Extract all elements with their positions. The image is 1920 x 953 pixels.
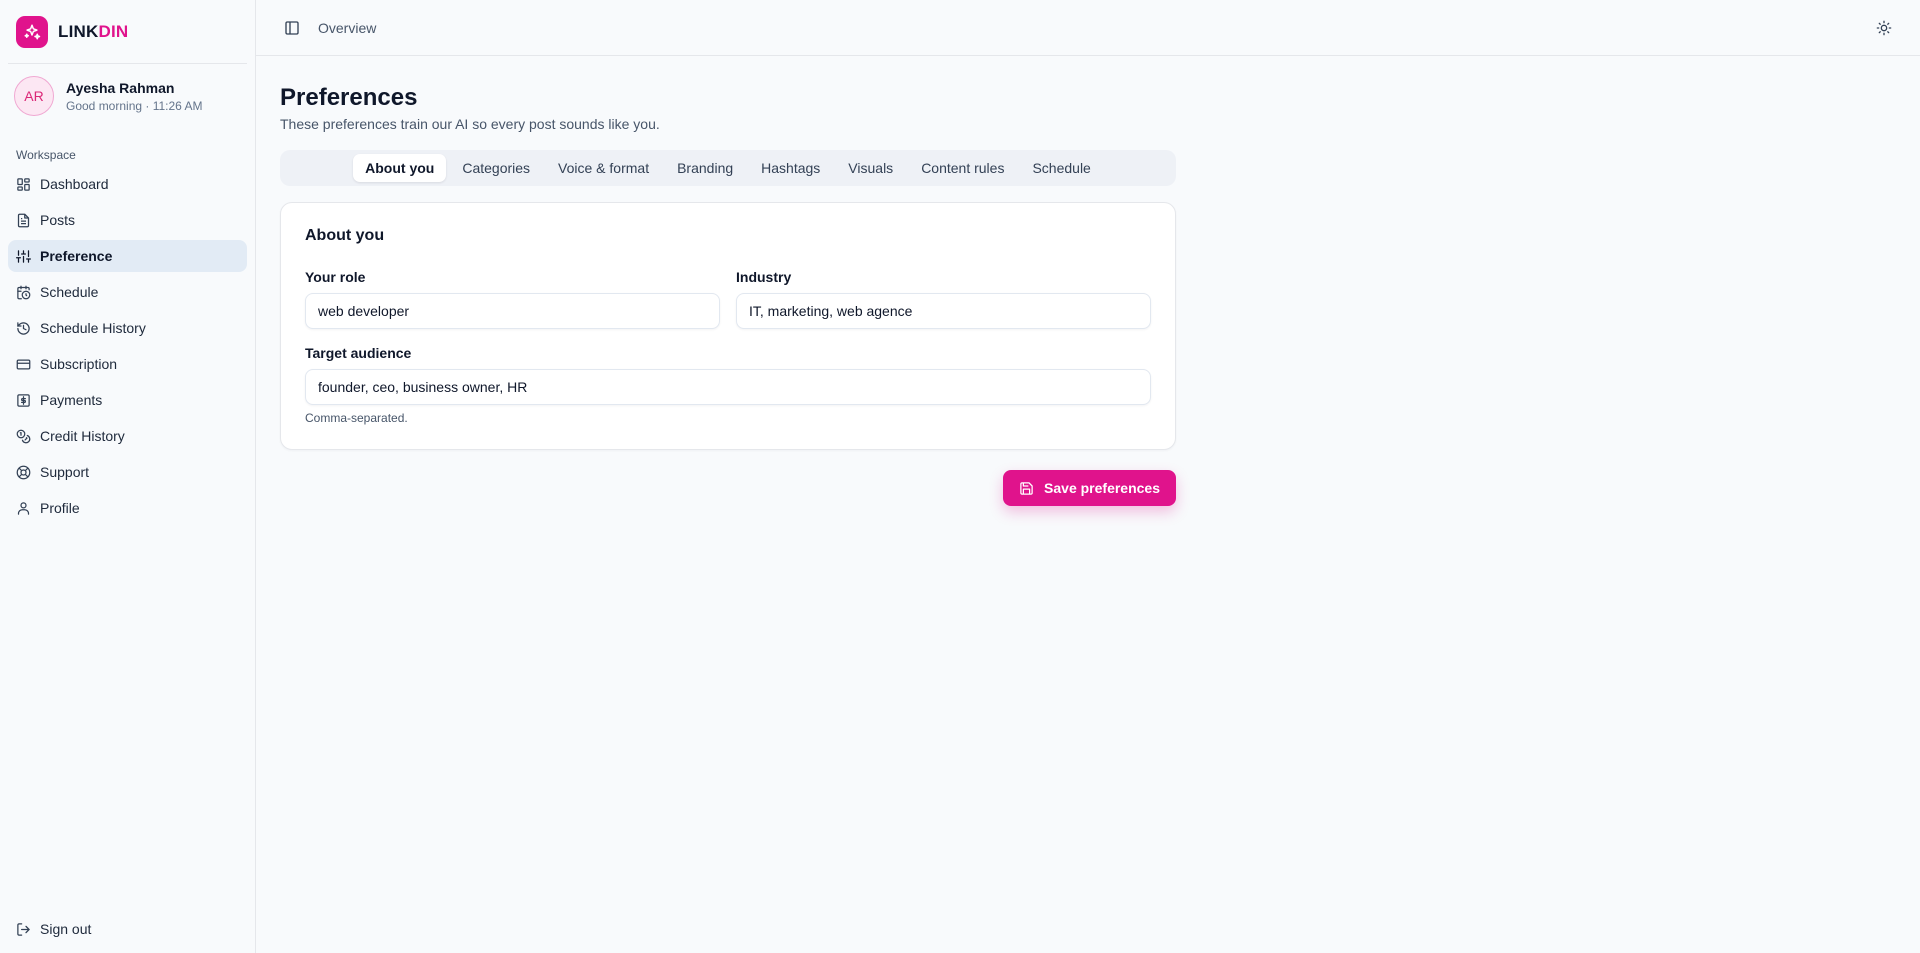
coins-icon xyxy=(16,429,31,443)
brand[interactable]: LINKDIN xyxy=(8,0,247,64)
sidebar-item-label: Support xyxy=(40,464,90,480)
audience-hint: Comma-separated. xyxy=(305,411,408,425)
sparkles-icon xyxy=(16,15,48,48)
save-icon xyxy=(1020,481,1033,495)
role-industry-row: Your role Industry xyxy=(305,269,1151,329)
credit-card-icon xyxy=(16,359,31,369)
sun-icon xyxy=(1876,20,1892,35)
page-subtitle: These preferences train our AI so every … xyxy=(280,116,660,132)
sidebar-item-credit-history[interactable]: Credit History xyxy=(8,420,247,452)
sidebar-item-schedule-history[interactable]: Schedule History xyxy=(8,312,247,344)
user-name: Ayesha Rahman xyxy=(66,79,175,96)
calendar-clock-icon xyxy=(17,285,31,299)
role-label: Your role xyxy=(305,269,366,285)
brand-name: LINKDIN xyxy=(58,22,128,42)
sidebar-item-support[interactable]: Support xyxy=(8,456,247,488)
role-field-group: Your role xyxy=(305,269,720,329)
avatar: AR xyxy=(14,76,54,116)
sidebar-item-label: Schedule xyxy=(40,284,99,300)
sidebar-nav: Dashboard Posts Preference Schedule Sche… xyxy=(8,168,247,524)
sidebar-item-label: Schedule History xyxy=(40,320,146,336)
sidebar-item-label: Dashboard xyxy=(40,176,109,192)
sidebar-item-schedule[interactable]: Schedule xyxy=(8,276,247,308)
panel-left-icon xyxy=(285,20,299,35)
sign-out-button[interactable]: Sign out xyxy=(8,913,247,945)
preferences-tabs: About you Categories Voice & format Bran… xyxy=(280,150,1176,186)
dashboard-icon xyxy=(17,177,30,191)
user-card[interactable]: AR Ayesha Rahman Good morning · 11:26 AM xyxy=(8,64,247,130)
sidebar-item-label: Profile xyxy=(40,500,80,516)
sidebar-item-label: Subscription xyxy=(40,356,118,372)
user-greeting: Good morning · 11:26 AM xyxy=(66,98,203,113)
industry-field-group: Industry xyxy=(736,269,1151,329)
save-preferences-button[interactable]: Save preferences xyxy=(1003,470,1176,506)
about-you-card: About you Your role Industry Target audi… xyxy=(280,202,1176,450)
sidebar-item-label: Payments xyxy=(40,392,103,408)
role-input[interactable] xyxy=(305,293,720,329)
sidebar: LINKDIN AR Ayesha Rahman Good morning · … xyxy=(0,0,256,953)
sidebar-section-label: Workspace xyxy=(16,148,76,162)
topbar: Overview xyxy=(256,0,1920,56)
lifebuoy-icon xyxy=(16,465,31,479)
tab-about-you[interactable]: About you xyxy=(353,154,447,182)
audience-label: Target audience xyxy=(305,345,412,361)
sliders-icon xyxy=(16,249,31,263)
theme-toggle-button[interactable] xyxy=(1872,16,1896,40)
preferences-content: Preferences These preferences train our … xyxy=(256,56,1200,534)
dollar-icon xyxy=(17,393,30,407)
tab-content-rules[interactable]: Content rules xyxy=(909,154,1016,182)
sidebar-item-subscription[interactable]: Subscription xyxy=(8,348,247,380)
form-actions: Save preferences xyxy=(280,470,1176,506)
sidebar-toggle-button[interactable] xyxy=(280,16,304,40)
industry-label: Industry xyxy=(736,269,792,285)
breadcrumb: Overview xyxy=(318,19,377,36)
sidebar-item-label: Preference xyxy=(40,248,113,264)
sidebar-item-label: Posts xyxy=(40,212,76,228)
brand-name-part1: LINK xyxy=(58,21,99,41)
sidebar-item-dashboard[interactable]: Dashboard xyxy=(8,168,247,200)
card-title: About you xyxy=(305,227,385,244)
tab-categories[interactable]: Categories xyxy=(450,154,542,182)
audience-field-group: Target audience Comma-separated. xyxy=(305,345,1151,425)
tab-visuals[interactable]: Visuals xyxy=(836,154,905,182)
document-icon xyxy=(17,213,30,227)
sidebar-item-preference[interactable]: Preference xyxy=(8,240,247,272)
log-out-icon xyxy=(17,922,31,936)
sign-out-label: Sign out xyxy=(40,921,92,937)
sidebar-item-label: Credit History xyxy=(40,428,125,444)
history-icon xyxy=(17,321,30,335)
user-icon xyxy=(17,501,30,515)
sidebar-item-payments[interactable]: Payments xyxy=(8,384,247,416)
tab-voice-format[interactable]: Voice & format xyxy=(546,154,661,182)
app-root: LINKDIN AR Ayesha Rahman Good morning · … xyxy=(0,0,1920,953)
main-area: Overview Preferences These preferences t… xyxy=(256,0,1920,953)
industry-input[interactable] xyxy=(736,293,1151,329)
sidebar-item-profile[interactable]: Profile xyxy=(8,492,247,524)
tab-schedule[interactable]: Schedule xyxy=(1020,154,1102,182)
tab-branding[interactable]: Branding xyxy=(665,154,745,182)
brand-name-part2: DIN xyxy=(98,21,129,41)
audience-input[interactable] xyxy=(305,369,1151,405)
tab-hashtags[interactable]: Hashtags xyxy=(749,154,832,182)
save-preferences-label: Save preferences xyxy=(1044,480,1160,496)
sidebar-item-posts[interactable]: Posts xyxy=(8,204,247,236)
page-title: Preferences xyxy=(280,84,418,111)
